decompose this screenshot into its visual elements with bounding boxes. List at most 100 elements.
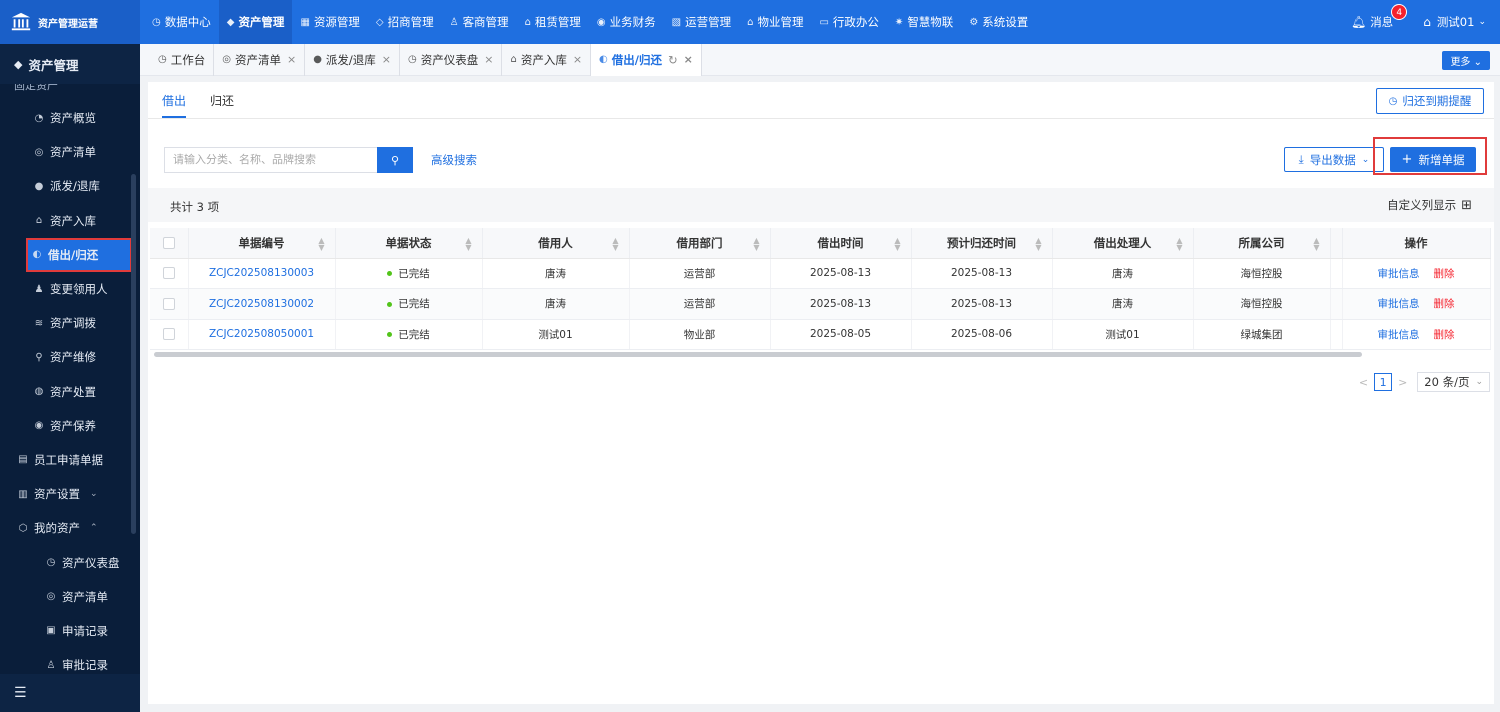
sidebar-item-14[interactable]: ◎ 资产清单 bbox=[0, 580, 130, 614]
cell-code[interactable]: ZCJC202508130002 bbox=[188, 288, 336, 320]
tab-3[interactable]: ◷ 资产仪表盘 × bbox=[400, 43, 503, 76]
topnav-item-3[interactable]: ◇ 招商管理 bbox=[368, 0, 442, 44]
document-code-link[interactable]: ZCJC202508130003 bbox=[209, 267, 314, 279]
sidebar-item-5[interactable]: ♟ 变更领用人 bbox=[0, 272, 130, 306]
subtab-1[interactable]: 归还 bbox=[210, 82, 234, 118]
table-row[interactable]: ZCJC202508130002 已完结 唐涛 运营部 2025-08-13 2025-0… bbox=[150, 288, 1491, 320]
sidebar-item-10[interactable]: ▤ 员工申请单据 bbox=[0, 443, 130, 477]
document-code-link[interactable]: ZCJC202508130002 bbox=[209, 298, 314, 310]
sort-icon[interactable]: ▲ ▼ bbox=[894, 237, 900, 252]
next-page-button[interactable]: > bbox=[1398, 376, 1407, 389]
sidebar-item-1[interactable]: ◎ 资产清单 bbox=[0, 135, 130, 169]
sidebar-item-0[interactable]: ◔ 资产概览 bbox=[0, 101, 130, 135]
tab-0[interactable]: ◷ 工作台 bbox=[150, 43, 215, 76]
sidebar-scrollbar[interactable] bbox=[131, 174, 136, 534]
close-icon[interactable]: × bbox=[573, 53, 582, 66]
return-reminder-button[interactable]: ◷ 归还到期提醒 bbox=[1376, 88, 1484, 114]
column-header[interactable]: 借用部门 ▲ ▼ bbox=[629, 228, 771, 259]
sort-icon[interactable]: ▲ ▼ bbox=[1176, 237, 1182, 252]
brand[interactable]: 资产管理运营 bbox=[0, 0, 140, 44]
column-header[interactable]: 单据状态 ▲ ▼ bbox=[335, 228, 483, 259]
sidebar-item-11[interactable]: ▥ 资产设置 ⌄ bbox=[0, 477, 130, 511]
advanced-search-link[interactable]: 高级搜索 bbox=[431, 152, 477, 168]
column-settings-button[interactable]: 自定义列显示 ⊞ bbox=[1387, 197, 1472, 213]
topnav-item-10[interactable]: ✷ 智慧物联 bbox=[887, 0, 961, 44]
sort-icon[interactable]: ▲ ▼ bbox=[318, 237, 324, 252]
approval-info-link[interactable]: 审批信息 bbox=[1378, 268, 1420, 280]
sidebar-item-fixed-assets[interactable]: 固定资产 bbox=[0, 84, 140, 94]
row-checkbox[interactable] bbox=[162, 328, 175, 341]
sidebar-item-15[interactable]: ▣ 申请记录 bbox=[0, 614, 130, 648]
table-row[interactable]: ZCJC202508130003 已完结 唐涛 运营部 2025-08-13 2025-0… bbox=[150, 258, 1491, 289]
sidebar-item-6[interactable]: ≋ 资产调拨 bbox=[0, 306, 130, 340]
topnav-item-1[interactable]: ◆ 资产管理 bbox=[218, 0, 293, 44]
building-icon: ▦ bbox=[300, 16, 310, 28]
horizontal-scrollbar[interactable] bbox=[154, 352, 1362, 357]
cell-code[interactable]: ZCJC202508050001 bbox=[188, 319, 336, 350]
subtab-0[interactable]: 借出 bbox=[162, 82, 187, 118]
refresh-icon[interactable]: ↻ bbox=[668, 53, 678, 67]
topnav-item-7[interactable]: ▧ 运营管理 bbox=[664, 0, 739, 44]
column-header[interactable]: 操作 bbox=[1341, 228, 1491, 259]
tab-icon: ● bbox=[313, 54, 322, 65]
cell-value: 已完结 bbox=[398, 298, 430, 311]
delete-link[interactable]: 删除 bbox=[1434, 268, 1455, 280]
tab-4[interactable]: ⌂ 资产入库 × bbox=[502, 43, 592, 76]
tab-2[interactable]: ● 派发/退库 × bbox=[305, 43, 401, 76]
row-checkbox[interactable] bbox=[162, 297, 175, 310]
close-icon[interactable]: × bbox=[684, 53, 693, 66]
close-icon[interactable]: × bbox=[484, 53, 493, 66]
search-button[interactable]: ⚲ bbox=[377, 147, 413, 173]
more-tabs-button[interactable]: 更多 ⌄ bbox=[1442, 51, 1490, 70]
user-menu[interactable]: ⌂ 测试01 ⌄ bbox=[1423, 14, 1486, 30]
row-checkbox[interactable] bbox=[162, 267, 175, 280]
column-header[interactable]: 借出时间 ▲ ▼ bbox=[770, 228, 912, 259]
sort-icon[interactable]: ▲ ▼ bbox=[1035, 237, 1041, 252]
search-input[interactable]: 请输入分类、名称、品牌搜索 bbox=[164, 147, 378, 173]
page-size-select[interactable]: 20 条/页 ⌄ bbox=[1417, 372, 1490, 392]
topnav-item-5[interactable]: ⌂ 租赁管理 bbox=[517, 0, 589, 44]
approval-info-link[interactable]: 审批信息 bbox=[1378, 329, 1420, 341]
document-code-link[interactable]: ZCJC202508050001 bbox=[209, 328, 314, 340]
delete-link[interactable]: 删除 bbox=[1434, 298, 1455, 310]
topnav-item-9[interactable]: ▭ 行政办公 bbox=[811, 0, 886, 44]
select-all-checkbox[interactable] bbox=[162, 237, 175, 250]
topnav-item-6[interactable]: ◉ 业务财务 bbox=[589, 0, 664, 44]
sidebar-item-8[interactable]: ◍ 资产处置 bbox=[0, 375, 130, 409]
sort-icon[interactable]: ▲ ▼ bbox=[612, 237, 618, 252]
column-header[interactable]: 单据编号 ▲ ▼ bbox=[188, 228, 336, 259]
topnav-item-2[interactable]: ▦ 资源管理 bbox=[292, 0, 367, 44]
column-header[interactable]: 预计归还时间 ▲ ▼ bbox=[911, 228, 1053, 259]
sidebar-item-7[interactable]: ⚲ 资产维修 bbox=[0, 340, 130, 374]
topnav-item-0[interactable]: ◷ 数据中心 bbox=[144, 0, 219, 44]
tab-5[interactable]: ◐ 借出/归还 ↻ × bbox=[591, 43, 702, 76]
close-icon[interactable]: × bbox=[382, 53, 391, 66]
messages-button[interactable]: 🔔︎ 消息 4 bbox=[1351, 4, 1408, 30]
cell-code[interactable]: ZCJC202508130003 bbox=[188, 258, 336, 289]
table-row[interactable]: ZCJC202508050001 已完结 测试01 物业部 2025-08-05 2025… bbox=[150, 319, 1491, 350]
page-number[interactable]: 1 bbox=[1374, 373, 1393, 391]
sort-icon[interactable]: ▲ ▼ bbox=[753, 237, 759, 252]
sort-icon[interactable]: ▲ ▼ bbox=[465, 237, 471, 252]
delete-link[interactable]: 删除 bbox=[1434, 329, 1455, 341]
export-button[interactable]: ⤓ 导出数据 ⌄ bbox=[1284, 147, 1384, 172]
topnav-item-4[interactable]: ♙ 客商管理 bbox=[442, 0, 517, 44]
tab-1[interactable]: ◎ 资产清单 × bbox=[214, 43, 306, 76]
sidebar-item-9[interactable]: ◉ 资产保养 bbox=[0, 409, 130, 443]
collapse-sidebar-button[interactable]: ☰ bbox=[0, 674, 140, 712]
prev-page-button[interactable]: < bbox=[1359, 376, 1368, 389]
sidebar-item-13[interactable]: ◷ 资产仪表盘 bbox=[0, 545, 130, 579]
topnav-item-11[interactable]: ⚙ 系统设置 bbox=[961, 0, 1036, 44]
approval-info-link[interactable]: 审批信息 bbox=[1378, 298, 1420, 310]
sidebar-item-12[interactable]: ⬡ 我的资产 ⌃ bbox=[0, 511, 130, 545]
sidebar-item-4[interactable]: ◐ 借出/归还 bbox=[26, 237, 132, 272]
column-header[interactable]: 所属公司 ▲ ▼ bbox=[1193, 228, 1331, 259]
topnav-item-8[interactable]: ⌂ 物业管理 bbox=[739, 0, 811, 44]
add-document-button[interactable]: + 新增单据 bbox=[1390, 147, 1476, 172]
column-header[interactable]: 借用人 ▲ ▼ bbox=[482, 228, 630, 259]
sidebar-item-2[interactable]: ● 派发/退库 bbox=[0, 169, 130, 203]
sidebar-item-3[interactable]: ⌂ 资产入库 bbox=[0, 204, 130, 238]
column-header[interactable]: 借出处理人 ▲ ▼ bbox=[1052, 228, 1194, 259]
close-icon[interactable]: × bbox=[287, 53, 296, 66]
sort-icon[interactable]: ▲ ▼ bbox=[1313, 237, 1319, 252]
